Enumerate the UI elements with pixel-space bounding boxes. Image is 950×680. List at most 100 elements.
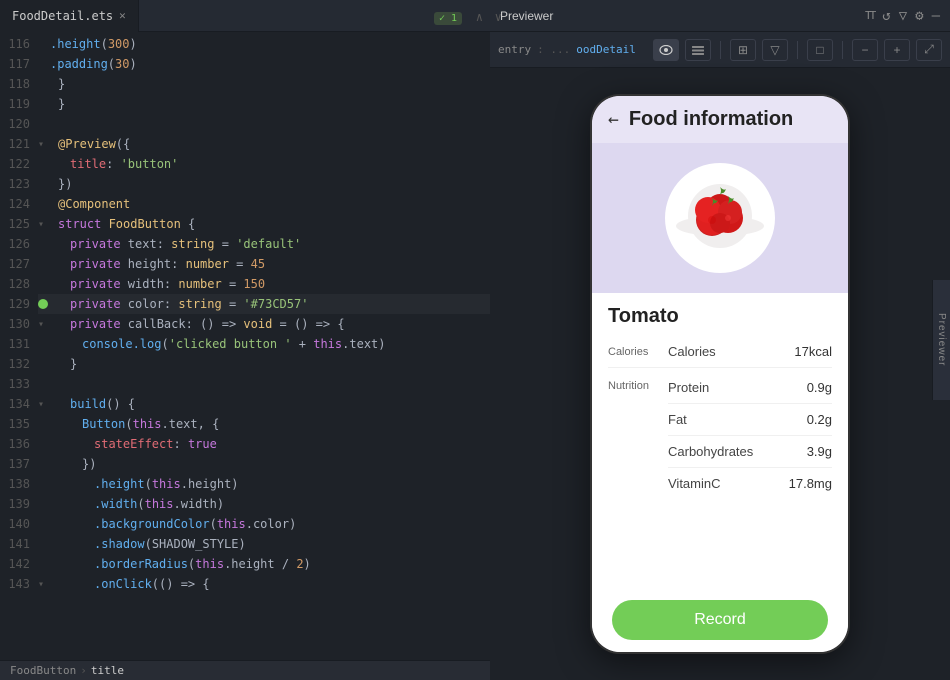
food-image	[665, 163, 775, 273]
vitaminc-value: 17.8mg	[789, 476, 832, 491]
check-badge: ✓ 1	[434, 12, 462, 25]
nutrition-section: Nutrition Protein 0.9g Fat 0.2g	[608, 368, 832, 499]
tab-close-icon[interactable]: ✕	[119, 9, 126, 22]
code-line: .backgroundColor(this.color)	[38, 514, 490, 534]
code-area: 116117118119 120121122123 124125126127 1…	[0, 32, 490, 660]
phone-header: ← Food information	[592, 96, 848, 143]
code-line: .height(this.height)	[38, 474, 490, 494]
frame-button[interactable]: □	[807, 39, 833, 61]
code-line: private text: string = 'default'	[38, 234, 490, 254]
code-line: })	[38, 454, 490, 474]
previewer-side-tab: Previewer	[932, 280, 950, 400]
grid-button[interactable]: ⊞	[730, 39, 756, 61]
fold-arrow-130[interactable]: ▾	[38, 319, 44, 330]
zoom-in-button[interactable]: +	[884, 39, 910, 61]
phone-screen-title: Food information	[629, 108, 793, 131]
fat-label: Fat	[668, 412, 807, 427]
food-name: Tomato	[592, 293, 848, 336]
code-line: private height: number = 45	[38, 254, 490, 274]
zoom-out-button[interactable]: −	[852, 39, 878, 61]
code-line: private width: number = 150	[38, 274, 490, 294]
back-button[interactable]: ←	[608, 109, 619, 130]
phone-mockup: ← Food information	[590, 94, 850, 654]
toolbar-separator-2	[797, 41, 798, 59]
minimize-icon[interactable]: —	[932, 8, 940, 24]
phone-screen: ← Food information	[592, 96, 848, 652]
code-line: ▾struct FoodButton {	[38, 214, 490, 234]
code-line: .borderRadius(this.height / 2)	[38, 554, 490, 574]
vitaminc-row: VitaminC 17.8mg	[668, 468, 832, 499]
code-line: ▾.onClick(() => {	[38, 574, 490, 594]
code-line: ▾build() {	[38, 394, 490, 414]
dropdown-button[interactable]: ▽	[762, 39, 788, 61]
code-line: ▾@Preview({	[38, 134, 490, 154]
fold-arrow-143[interactable]: ▾	[38, 579, 44, 590]
code-line: ▾private callBack: () => void = () => {	[38, 314, 490, 334]
previewer-panel: Previewer TT ↺ ▽ ⚙ — entry : ... oodDeta…	[490, 0, 950, 680]
code-line: Button(this.text, {	[38, 414, 490, 434]
fat-row: Fat 0.2g	[668, 404, 832, 436]
fold-arrow-121[interactable]: ▾	[38, 139, 44, 150]
carbs-label: Carbohydrates	[668, 444, 807, 459]
toolbar-separator	[720, 41, 721, 59]
code-line: title: 'button'	[38, 154, 490, 174]
nutrition-section-label: Nutrition	[608, 372, 668, 392]
code-line: })	[38, 174, 490, 194]
code-line: }	[38, 354, 490, 374]
previewer-content: ← Food information	[490, 68, 950, 680]
settings-icon[interactable]: ⚙	[915, 8, 923, 24]
line-numbers: 116117118119 120121122123 124125126127 1…	[0, 32, 38, 660]
nutrition-rows: Protein 0.9g Fat 0.2g Carbohydrates 3.9g	[668, 372, 832, 499]
refresh-icon[interactable]: ↺	[882, 8, 890, 24]
code-line: .width(this.width)	[38, 494, 490, 514]
previewer-toolbar: entry : ... oodDetail ⊞ ▽ □ − + ⤢	[490, 32, 950, 68]
filter-icon[interactable]: ▽	[899, 8, 907, 24]
calories-value: 17kcal	[794, 344, 832, 359]
previewer-title: Previewer	[500, 9, 553, 23]
check-badge-area: ✓ 1 ∧ ∨	[430, 6, 490, 25]
record-button[interactable]: Record	[612, 600, 828, 640]
nutrition-calories-row: Calories Calories 17kcal	[608, 336, 832, 368]
code-line: }	[38, 74, 490, 94]
previewer-titlebar: Previewer TT ↺ ▽ ⚙ —	[490, 0, 950, 32]
fold-arrow-125[interactable]: ▾	[38, 219, 44, 230]
food-image-container	[592, 143, 848, 293]
scroll-up-icon[interactable]: TT	[865, 9, 874, 22]
breadcrumb-sep: ›	[80, 664, 87, 677]
green-dot-icon	[38, 299, 48, 309]
expand-icon[interactable]: ∧	[476, 10, 483, 24]
eye-button[interactable]	[653, 39, 679, 61]
code-line: .padding(30)	[38, 54, 490, 74]
code-line	[38, 374, 490, 394]
tab-bar: FoodDetail.ets ✕	[0, 0, 490, 32]
toolbar-separator-3	[842, 41, 843, 59]
fullscreen-button[interactable]: ⤢	[916, 39, 942, 61]
code-line	[38, 114, 490, 134]
entry-label: entry	[498, 43, 531, 56]
titlebar-icons: TT ↺ ▽ ⚙ —	[865, 8, 940, 24]
protein-row: Protein 0.9g	[668, 372, 832, 404]
breadcrumb: FoodButton › title	[10, 664, 124, 677]
code-line: stateEffect: true	[38, 434, 490, 454]
code-content: .height(300) .padding(30) } } ▾@Preview(…	[38, 32, 490, 660]
layers-button[interactable]	[685, 39, 711, 61]
calories-section-label: Calories	[608, 346, 668, 358]
fat-value: 0.2g	[807, 412, 832, 427]
code-line: @Component	[38, 194, 490, 214]
tomato-svg	[670, 168, 770, 268]
code-line: console.log('clicked button ' + this.tex…	[38, 334, 490, 354]
vitaminc-label: VitaminC	[668, 476, 789, 491]
editor-panel: FoodDetail.ets ✕ 116117118119 1201211221…	[0, 0, 490, 680]
code-line-129: private color: string = '#73CD57'	[38, 294, 490, 314]
fold-arrow-134[interactable]: ▾	[38, 399, 44, 410]
code-line: .height(300)	[38, 34, 490, 54]
carbs-value: 3.9g	[807, 444, 832, 459]
file-tab[interactable]: FoodDetail.ets ✕	[0, 0, 139, 32]
code-line: }	[38, 94, 490, 114]
entry-name: oodDetail	[576, 43, 636, 56]
breadcrumb-member: title	[91, 664, 124, 677]
protein-label: Protein	[668, 380, 807, 395]
tab-filename: FoodDetail.ets	[12, 9, 113, 23]
calories-label: Calories	[668, 344, 794, 359]
carbs-row: Carbohydrates 3.9g	[668, 436, 832, 468]
